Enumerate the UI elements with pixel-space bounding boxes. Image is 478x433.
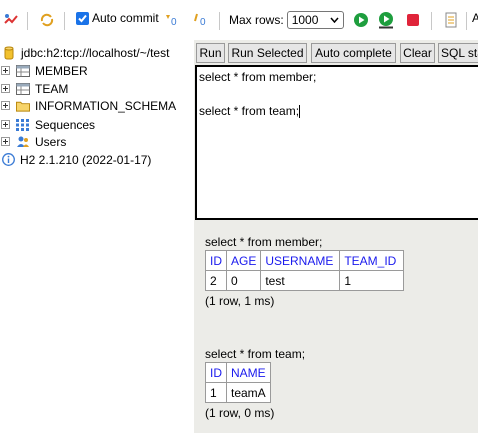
chevron-down-icon [330, 17, 339, 23]
toolbar-separator [219, 12, 220, 30]
toolbar: Auto commit 0 0 Max rows: 1000 A [0, 0, 478, 40]
connection-label: jdbc:h2:tcp://localhost/~/test [21, 45, 170, 60]
column-header[interactable]: ID [205, 250, 227, 271]
auto-complete-button[interactable]: Auto complete [311, 43, 396, 63]
tree-item-label: MEMBER [35, 63, 88, 78]
refresh-icon[interactable] [38, 11, 56, 29]
run-selected-button[interactable]: Run Selected [228, 43, 307, 63]
column-header[interactable]: TEAM_ID [339, 250, 405, 271]
sql-line: select * from team; [199, 103, 478, 120]
tree-item-sequences[interactable]: Sequences [0, 116, 95, 133]
sql-statement-button[interactable]: SQL sta [438, 43, 478, 63]
expand-icon[interactable] [1, 137, 10, 146]
sequence-icon [16, 118, 30, 132]
table-cell: teamA [226, 382, 271, 403]
table-cell: 1 [339, 270, 405, 291]
rollback-icon[interactable]: 0 [192, 11, 210, 29]
expand-icon[interactable] [1, 120, 10, 129]
toolbar-separator [431, 12, 432, 30]
auto-commit-toggle[interactable]: Auto commit [76, 11, 159, 25]
users-icon [16, 135, 30, 149]
toolbar-separator [27, 12, 28, 30]
result-summary: (1 row, 1 ms) [205, 294, 275, 308]
text-caret [299, 105, 301, 119]
max-rows: Max rows: 1000 [229, 11, 344, 29]
clear-button[interactable]: Clear [400, 43, 435, 63]
tree-connection[interactable]: jdbc:h2:tcp://localhost/~/test [2, 44, 169, 61]
table-cell: test [260, 270, 341, 291]
result-block: select * from team; ID NAME 1 teamA (1 r… [205, 346, 305, 420]
run-icon[interactable] [352, 11, 370, 29]
result-query: select * from member; [205, 235, 323, 249]
table-cell: 0 [225, 270, 262, 291]
run-button[interactable]: Run [196, 43, 225, 63]
result-summary: (1 row, 0 ms) [205, 406, 275, 420]
column-header[interactable]: ID [205, 362, 227, 383]
tree-item-users[interactable]: Users [0, 133, 66, 150]
tree-version: H2 2.1.210 (2022-01-17) [1, 151, 151, 168]
tree-item-label: Users [35, 134, 67, 149]
column-header[interactable]: NAME [226, 362, 271, 383]
toolbar-separator [64, 12, 65, 30]
table-row: 2 0 test 1 [205, 270, 405, 291]
auto-commit-checkbox[interactable] [76, 11, 89, 25]
table-icon [16, 82, 30, 96]
table-icon [16, 64, 30, 78]
editor-button-row: Run Run Selected Auto complete Clear SQL… [194, 40, 478, 65]
table-header-row: ID AGE USERNAME TEAM_ID [205, 250, 405, 271]
history-icon[interactable] [442, 11, 460, 29]
sql-editor[interactable]: select * from member; select * from team… [195, 65, 478, 220]
toolbar-separator [466, 12, 467, 30]
table-cell: 2 [205, 270, 227, 291]
result-block: select * from member; ID AGE USERNAME TE… [205, 234, 405, 308]
result-table: ID AGE USERNAME TEAM_ID 2 0 test 1 [205, 250, 405, 291]
toolbar-trailing-text: A [472, 11, 478, 25]
database-icon [2, 46, 16, 60]
object-tree: jdbc:h2:tcp://localhost/~/test MEMBER TE… [0, 40, 194, 433]
sql-line-text: select * from team; [199, 104, 300, 118]
disconnect-icon[interactable] [2, 11, 20, 29]
commit-icon[interactable]: 0 [163, 11, 181, 29]
tree-item-label: TEAM [35, 81, 69, 96]
table-cell: 1 [205, 382, 227, 403]
column-header[interactable]: AGE [225, 250, 262, 271]
sql-line [199, 86, 478, 103]
tree-item-team[interactable]: TEAM [0, 80, 68, 97]
run-selected-icon[interactable] [377, 11, 395, 29]
result-table: ID NAME 1 teamA [205, 362, 271, 403]
info-icon [1, 153, 15, 167]
svg-text:0: 0 [200, 17, 206, 28]
query-panel: Run Run Selected Auto complete Clear SQL… [194, 40, 478, 433]
auto-commit-label: Auto commit [92, 11, 159, 25]
tree-item-label: Sequences [35, 117, 96, 132]
tree-item-label: INFORMATION_SCHEMA [35, 98, 177, 113]
version-label: H2 2.1.210 (2022-01-17) [20, 152, 152, 167]
tree-item-member[interactable]: MEMBER [0, 62, 88, 79]
expand-icon[interactable] [1, 66, 10, 75]
max-rows-label: Max rows: [229, 13, 284, 27]
result-query: select * from team; [205, 347, 306, 361]
svg-text:0: 0 [171, 17, 177, 28]
folder-icon [16, 99, 30, 113]
stop-icon[interactable] [404, 11, 422, 29]
expand-icon[interactable] [1, 84, 10, 93]
column-header[interactable]: USERNAME [260, 250, 341, 271]
table-header-row: ID NAME [205, 362, 271, 383]
sql-line: select * from member; [199, 70, 317, 84]
max-rows-value: 1000 [291, 13, 319, 27]
max-rows-select[interactable]: 1000 [286, 11, 344, 29]
table-row: 1 teamA [205, 382, 271, 403]
expand-icon[interactable] [1, 101, 10, 110]
tree-item-information-schema[interactable]: INFORMATION_SCHEMA [0, 97, 176, 114]
